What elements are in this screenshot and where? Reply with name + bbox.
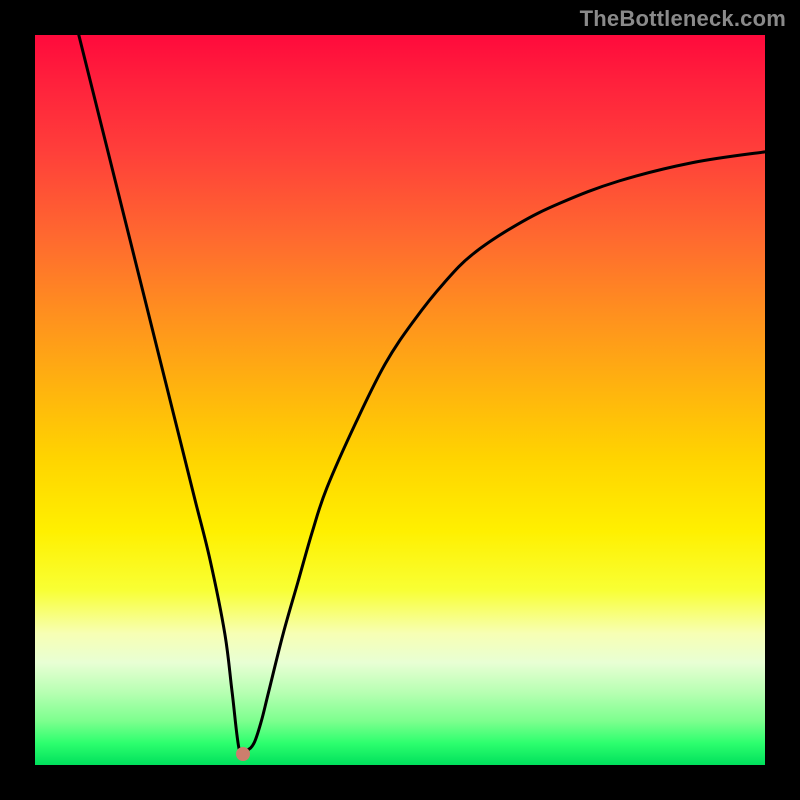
watermark-text: TheBottleneck.com [580,6,786,32]
plot-area [35,35,765,765]
sweet-spot-marker [236,747,250,761]
curve-layer [35,35,765,765]
chart-frame: TheBottleneck.com [0,0,800,800]
bottleneck-curve [79,35,765,755]
